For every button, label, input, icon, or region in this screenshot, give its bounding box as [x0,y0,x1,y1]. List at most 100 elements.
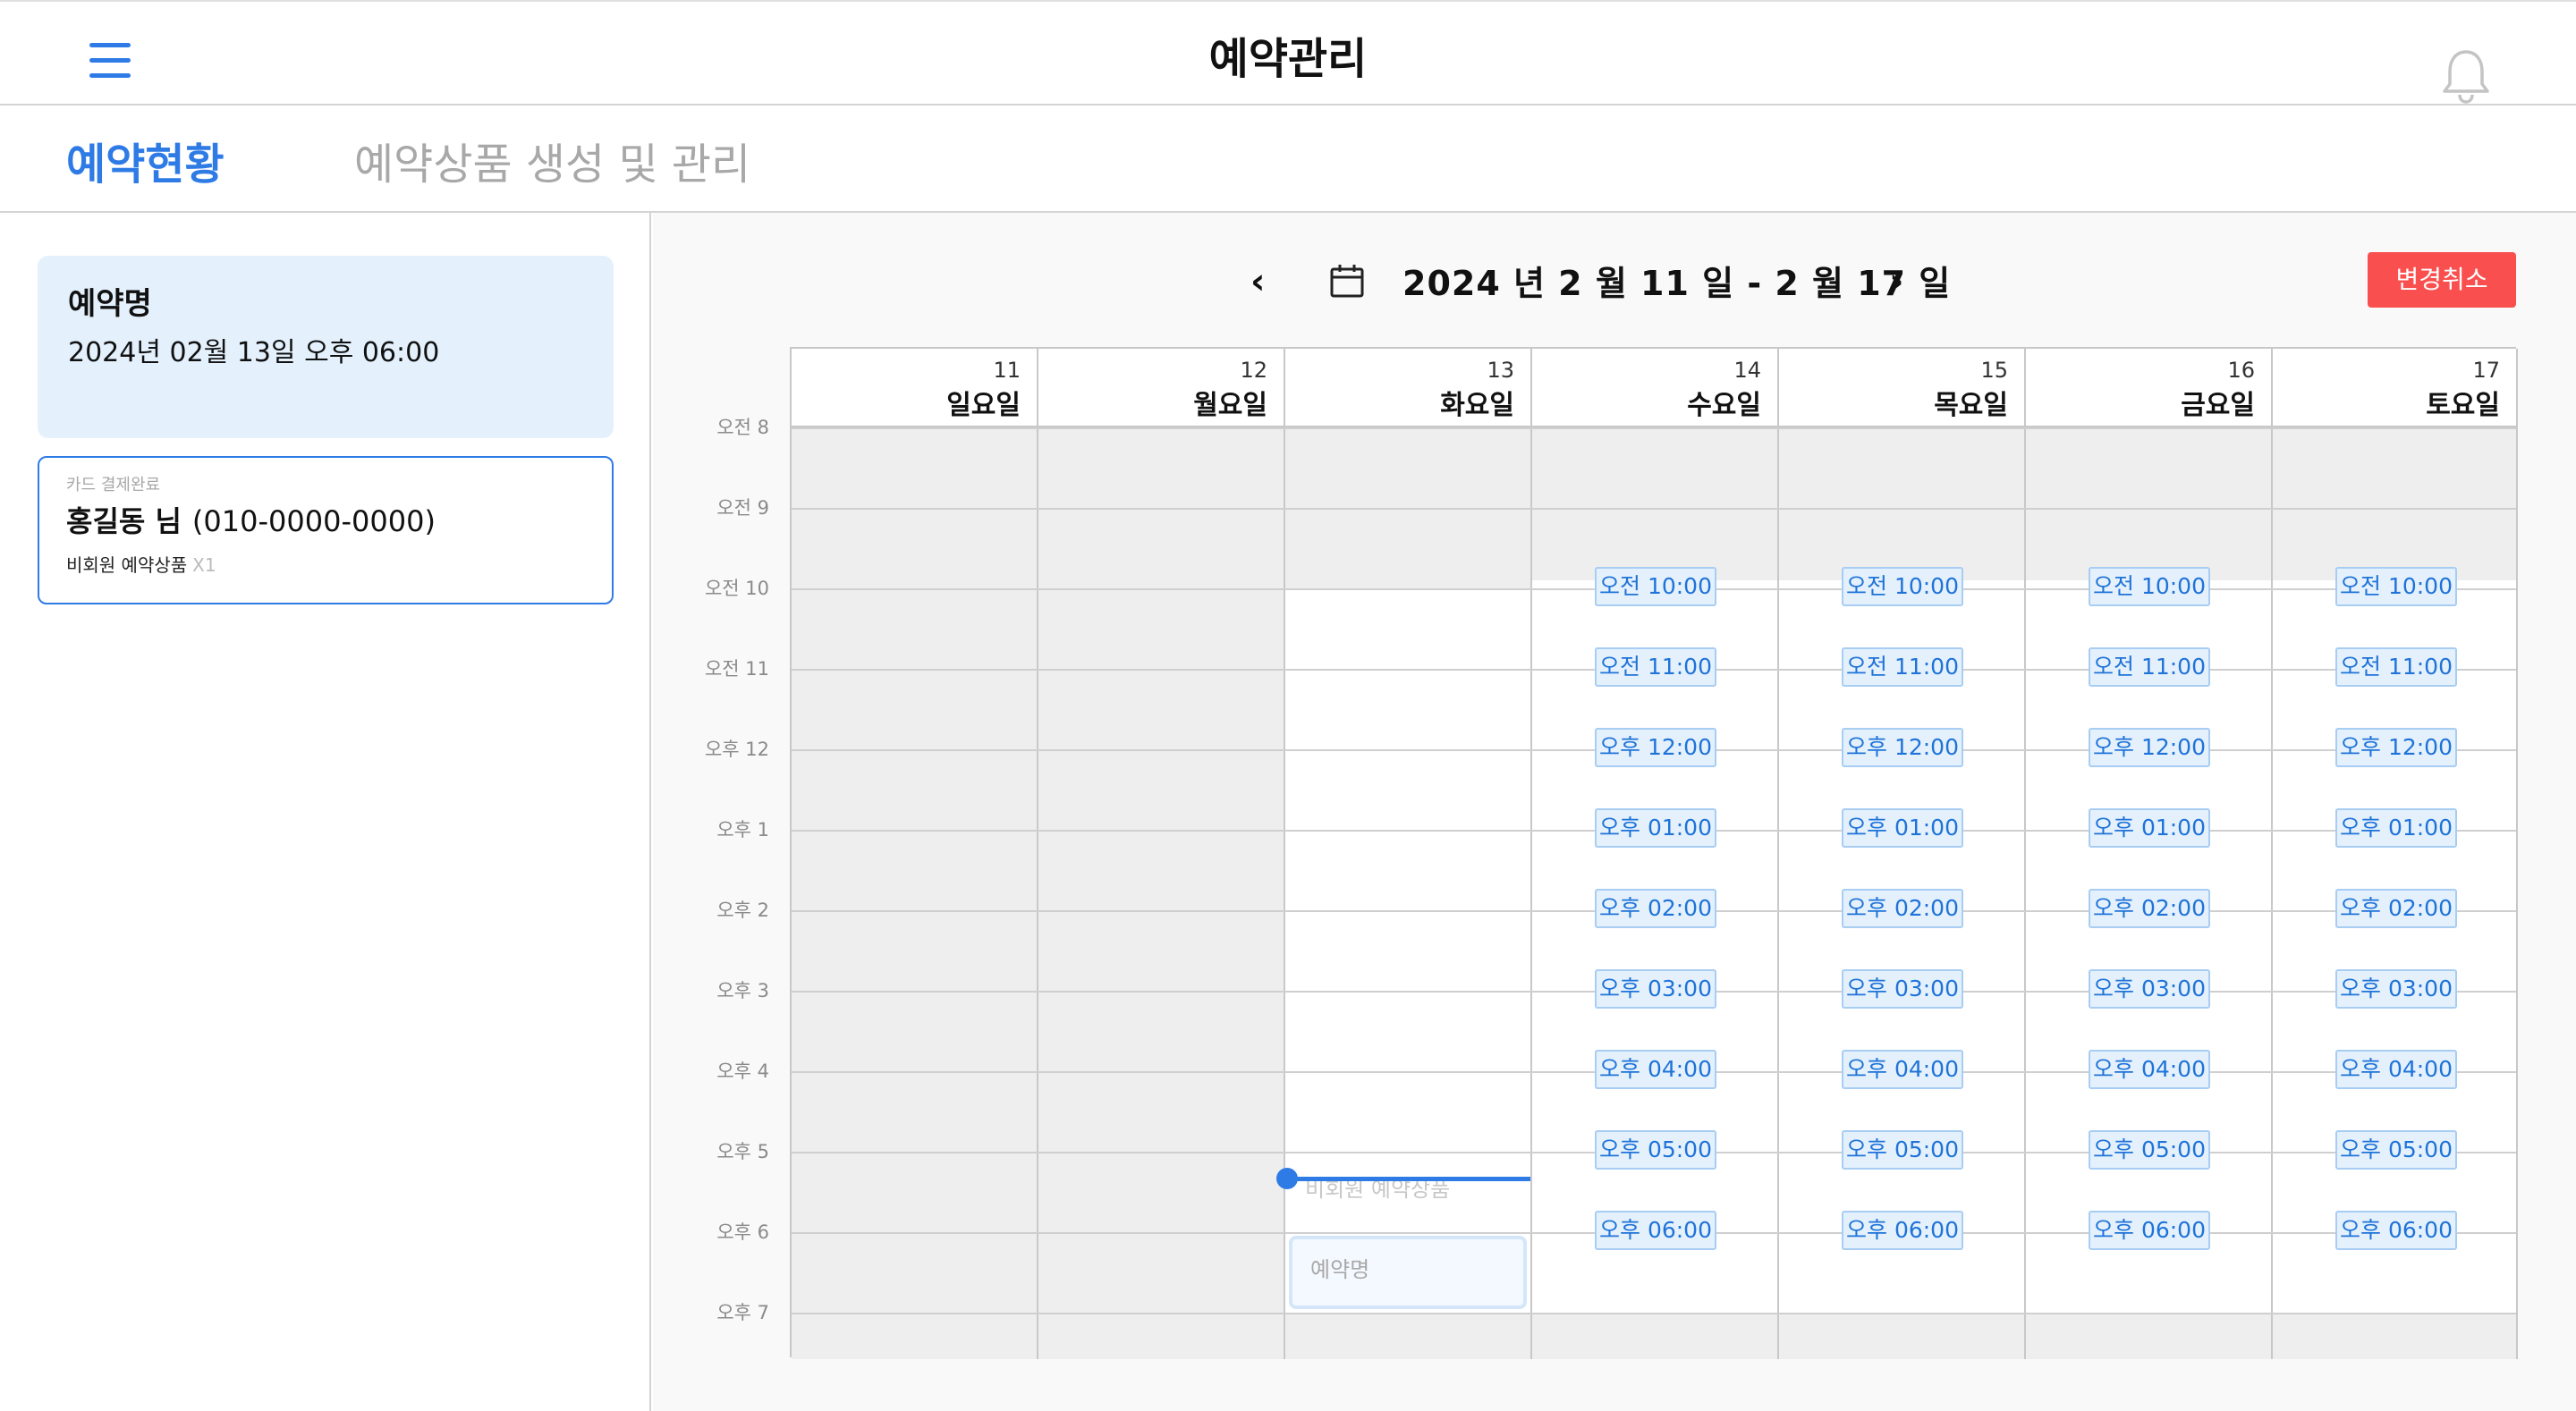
time-slot-button[interactable]: 오전 11:00 [2335,647,2457,687]
time-slot-button[interactable]: 오전 10:00 [1595,567,1716,606]
day-header: 11 일요일 [792,349,1037,427]
booking-block[interactable]: 예약명 [1289,1236,1527,1309]
current-time-line [1285,1177,1530,1181]
time-slot-button[interactable]: 오후 03:00 [2089,969,2210,1009]
hour-label: 오후 3 [716,980,769,1001]
day-number: 17 [2472,358,2500,383]
day-header: 17 토요일 [2273,349,2516,427]
time-slot-button[interactable]: 오후 02:00 [2089,889,2210,928]
hour-label: 오후 2 [716,900,769,921]
time-slot-button[interactable]: 오후 01:00 [1595,808,1716,848]
customer-phone: (010-0000-0000) [191,504,436,538]
day-column: 11 일요일 [792,349,1038,1359]
time-slot-button[interactable]: 오후 04:00 [1595,1050,1716,1089]
day-name: 일요일 [946,390,1021,421]
time-slot-button[interactable]: 오후 05:00 [1842,1130,1963,1170]
customer-name: 홍길동 님 [66,504,182,538]
time-slot-button[interactable]: 오후 05:00 [1595,1130,1716,1170]
time-slot-button[interactable]: 오후 04:00 [2335,1050,2457,1089]
bell-icon[interactable] [2440,48,2492,104]
day-number: 16 [2227,358,2255,383]
hour-label: 오전 9 [716,497,769,519]
time-slot-button[interactable]: 오후 12:00 [1842,728,1963,767]
time-slot-button[interactable]: 오전 11:00 [1595,647,1716,687]
customer-card[interactable]: 카드 결제완료 홍길동 님 (010-0000-0000) 비회원 예약상품 X1 [38,456,614,604]
chevron-right-icon[interactable]: › [1889,261,1903,302]
time-slot-button[interactable]: 오후 12:00 [2335,728,2457,767]
day-name: 월요일 [1193,390,1267,421]
reservation-datetime: 2024년 02월 13일 오후 06:00 [68,337,440,368]
day-number: 15 [1980,358,2008,383]
time-slot-button[interactable]: 오전 10:00 [2089,567,2210,606]
calendar-panel: ‹ 2024 년 2 월 11 일 - 2 월 17 일 › 변경취소 오전 8… [653,213,2576,1411]
unavailable-area [1532,427,1777,580]
time-slot-button[interactable]: 오후 02:00 [1595,889,1716,928]
day-number: 11 [993,358,1021,383]
day-column: 14 수요일 [1532,349,1779,1359]
hour-label: 오전 8 [716,417,769,438]
day-column: 12 월요일 [1038,349,1285,1359]
date-range-label: 2024 년 2 월 11 일 - 2 월 17 일 [1402,264,1952,303]
unavailable-area [2026,427,2271,580]
time-slot-button[interactable]: 오후 04:00 [2089,1050,2210,1089]
tab-product-management[interactable]: 예약상품 생성 및 관리 [354,129,750,191]
time-slot-button[interactable]: 오후 01:00 [2089,808,2210,848]
week-grid: 11 일요일 12 월요일 13 화요일 14 수요일 15 목요일 16 금요일 17 토요일오전 10… [790,347,2518,1359]
tab-reservation-status[interactable]: 예약현황 [66,129,225,191]
hour-line [792,427,2516,429]
time-slot-button[interactable]: 오후 06:00 [1842,1211,1963,1250]
day-header: 13 화요일 [1285,349,1530,427]
time-slot-button[interactable]: 오전 10:00 [1842,567,1963,606]
day-name: 수요일 [1687,390,1761,421]
top-bar: 예약관리 [0,0,2576,106]
day-name: 화요일 [1440,390,1514,421]
time-slot-button[interactable]: 오후 01:00 [2335,808,2457,848]
day-column: 16 금요일 [2026,349,2273,1359]
unavailable-area [1532,1313,1777,1359]
product-name: 비회원 예약상품 [66,554,188,576]
day-header: 14 수요일 [1532,349,1777,427]
unavailable-area [1779,427,2024,580]
time-slot-button[interactable]: 오후 03:00 [1595,969,1716,1009]
time-slot-button[interactable]: 오후 06:00 [1595,1211,1716,1250]
hour-label: 오후 5 [716,1141,769,1162]
time-slot-button[interactable]: 오후 01:00 [1842,808,1963,848]
time-slot-button[interactable]: 오후 03:00 [2335,969,2457,1009]
hour-line [792,508,2516,510]
hour-label: 오후 7 [716,1302,769,1323]
calendar-icon[interactable] [1329,263,1365,299]
hour-label: 오후 1 [716,819,769,841]
time-slot-button[interactable]: 오후 05:00 [2335,1130,2457,1170]
day-column: 15 목요일 [1779,349,2026,1359]
unavailable-area [1285,1313,1530,1359]
time-slot-button[interactable]: 오후 12:00 [2089,728,2210,767]
unavailable-area [1038,427,1284,1359]
hour-label: 오전 10 [704,578,769,599]
payment-status: 카드 결제완료 [66,476,161,494]
time-slot-button[interactable]: 오후 12:00 [1595,728,1716,767]
customer-product-row: 비회원 예약상품 X1 [66,551,585,577]
cancel-changes-button[interactable]: 변경취소 [2368,252,2516,308]
day-column: 13 화요일 [1285,349,1532,1359]
time-slot-button[interactable]: 오전 11:00 [2089,647,2210,687]
customer-name-row: 홍길동 님 (010-0000-0000) [66,499,585,540]
time-slot-button[interactable]: 오후 04:00 [1842,1050,1963,1089]
time-slot-button[interactable]: 오후 06:00 [2335,1211,2457,1250]
hour-line [792,1313,2516,1314]
sidebar: 예약명 2024년 02월 13일 오후 06:00 카드 결제완료 홍길동 님… [0,213,651,1411]
unavailable-area [792,427,1037,1359]
time-slot-button[interactable]: 오후 03:00 [1842,969,1963,1009]
time-slot-button[interactable]: 오전 10:00 [2335,567,2457,606]
time-slot-button[interactable]: 오후 06:00 [2089,1211,2210,1250]
hour-label: 오전 11 [704,658,769,680]
calendar-nav: ‹ 2024 년 2 월 11 일 - 2 월 17 일 › 변경취소 [653,213,2576,347]
page-title: 예약관리 [1208,34,1368,84]
day-header: 12 월요일 [1038,349,1284,427]
chevron-left-icon[interactable]: ‹ [1250,261,1265,302]
time-slot-button[interactable]: 오후 02:00 [1842,889,1963,928]
time-slot-button[interactable]: 오후 05:00 [2089,1130,2210,1170]
unavailable-area [2273,1313,2516,1359]
tab-bar: 예약현황 예약상품 생성 및 관리 [0,106,2576,213]
time-slot-button[interactable]: 오전 11:00 [1842,647,1963,687]
time-slot-button[interactable]: 오후 02:00 [2335,889,2457,928]
